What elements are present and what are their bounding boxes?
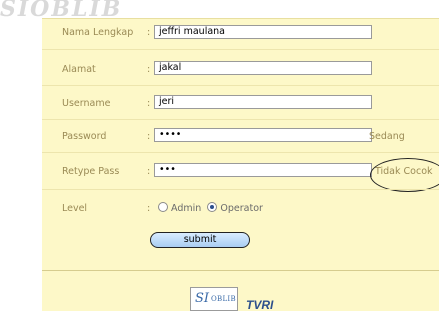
username-colon: :	[147, 98, 151, 109]
logo-big-text: SI	[195, 291, 210, 306]
retype-pass-input[interactable]: •••	[154, 163, 372, 177]
level-admin-label: Admin	[171, 203, 202, 214]
username-input[interactable]: jeri	[154, 95, 372, 109]
row-alamat: Alamat : jakal	[42, 60, 439, 75]
alamat-input[interactable]: jakal	[154, 61, 372, 75]
nama-colon: :	[147, 27, 151, 38]
row-password: Password : •••• Sedang	[42, 128, 439, 142]
watermark-text: SIOBLIB	[0, 0, 123, 20]
level-radio-group: Admin Operator	[158, 202, 263, 214]
alamat-colon: :	[147, 64, 151, 75]
level-operator-label: Operator	[220, 203, 263, 214]
row-divider	[42, 85, 439, 86]
panel-top-divider	[42, 18, 439, 19]
nama-lengkap-input[interactable]: jeffri maulana	[154, 25, 372, 39]
password-label: Password	[62, 131, 107, 142]
level-admin-radio[interactable]	[158, 202, 168, 212]
retype-label: Retype Pass	[62, 166, 120, 177]
row-divider	[42, 152, 439, 153]
header-watermark-logo: SIOBLIB	[0, 0, 390, 20]
row-level: Level : Admin Operator	[42, 201, 439, 215]
submit-button[interactable]: submit	[150, 232, 250, 248]
password-colon: :	[147, 131, 151, 142]
row-divider	[42, 119, 439, 120]
logo-small-text: OBLIB	[211, 295, 236, 303]
retype-colon: :	[147, 166, 151, 177]
row-divider	[42, 49, 439, 50]
row-username: Username : jeri	[42, 95, 439, 109]
level-colon: :	[147, 203, 151, 214]
sioblib-logo: SI OBLIB	[190, 287, 238, 311]
level-label: Level	[62, 203, 88, 214]
username-label: Username	[62, 98, 111, 109]
row-divider	[42, 189, 439, 190]
nama-label: Nama Lengkap	[62, 27, 134, 38]
password-input[interactable]: ••••	[154, 128, 372, 142]
level-operator-radio[interactable]	[207, 202, 218, 212]
header-strip: SIOBLIB	[0, 0, 439, 20]
alamat-label: Alamat	[62, 64, 96, 75]
footer-divider	[42, 270, 439, 271]
row-nama-lengkap: Nama Lengkap : jeffri maulana	[42, 25, 439, 39]
status-highlight-circle	[370, 158, 439, 192]
password-strength-text: Sedang	[369, 131, 405, 142]
tvri-logo: TVRI	[246, 298, 274, 312]
